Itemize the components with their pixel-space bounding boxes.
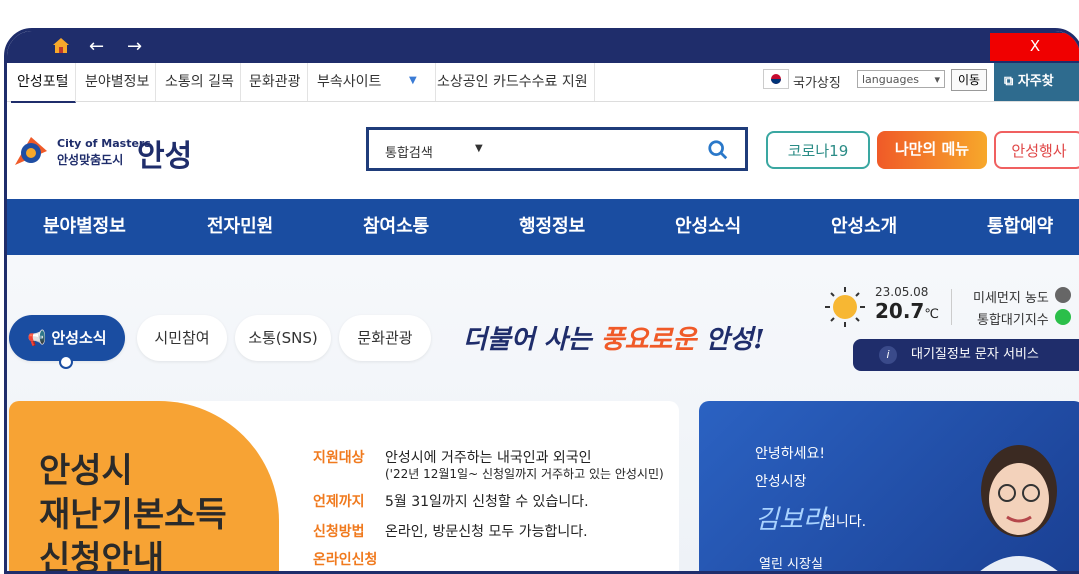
card-row-key: 신청방법	[313, 524, 365, 540]
chevron-down-icon[interactable]: ▼	[475, 143, 483, 154]
card-row-key: 온라인신청	[313, 552, 378, 568]
title-bar: ← → X	[7, 31, 1079, 63]
card-row-value: 안성시에 거주하는 내국인과 외국인	[385, 450, 592, 466]
air-quality-sms-button[interactable]: i 대기질정보 문자 서비스	[853, 339, 1079, 371]
divider	[951, 289, 952, 325]
topnav-item-culture[interactable]: 문화관광	[243, 63, 308, 101]
mayor-portrait-icon	[980, 445, 1058, 571]
faq-icon: ⧉	[1004, 74, 1018, 89]
browser-window: ← → X 안성포털 분야별정보 소통의 길목 문화관광 부속사이트 ▼ 소상공…	[4, 28, 1079, 574]
search-icon[interactable]	[707, 139, 729, 161]
air-index-status-icon	[1055, 309, 1071, 325]
corona19-button[interactable]: 코로나19	[766, 131, 870, 169]
mainnav-item-admin[interactable]: 행정정보	[519, 199, 585, 255]
topnav-item-portal[interactable]: 안성포털	[11, 63, 76, 103]
mayor-greeting: 안녕하세요!	[755, 446, 826, 462]
megaphone-icon: 📢	[27, 329, 47, 347]
card-title: 안성시 재난기본소득 신청안내	[39, 451, 227, 574]
logo-subtitle-ko: 안성맞춤도시	[57, 153, 124, 167]
sunny-weather-icon	[825, 287, 865, 327]
card-row-key: 지원대상	[313, 450, 365, 466]
korea-flag-icon	[763, 69, 789, 89]
event-button[interactable]: 안성행사	[994, 131, 1079, 169]
mainnav-item-reservation[interactable]: 통합예약	[987, 199, 1053, 255]
mayor-name-suffix: 입니다.	[823, 514, 867, 530]
card-row-value: 온라인, 방문신청 모두 가능합니다.	[385, 524, 588, 540]
air-index-label: 통합대기지수	[977, 313, 1049, 328]
info-icon: i	[879, 346, 897, 364]
disaster-income-card[interactable]: 안성시 재난기본소득 신청안내 지원대상 안성시에 거주하는 내국인과 외국인 …	[9, 401, 679, 574]
topnav-item-subsites[interactable]: 부속사이트	[311, 63, 436, 101]
logo-title[interactable]: 안성	[137, 131, 192, 175]
mayor-title: 안성시장	[755, 474, 807, 490]
card-row-key: 언제까지	[313, 494, 365, 510]
faq-button[interactable]: ⧉ 자주찾	[994, 63, 1079, 101]
search-box[interactable]: 통합검색 ▼	[366, 127, 748, 171]
mainnav-item-intro[interactable]: 안성소개	[831, 199, 897, 255]
mainnav-item-news[interactable]: 안성소식	[675, 199, 741, 255]
top-nav: 안성포털 분야별정보 소통의 길목 문화관광 부속사이트 ▼ 소상공인 카드수수…	[7, 63, 1079, 103]
main-content: 📢 안성소식 시민참여 소통(SNS) 문화관광 더불어 사는 풍요로운 안성!…	[7, 255, 1079, 574]
tab-sns[interactable]: 소통(SNS)	[235, 315, 331, 361]
header: City of Masters 안성맞춤도시 안성 통합검색 ▼ 코로나19 나…	[7, 101, 1079, 201]
search-category-select[interactable]: 통합검색	[385, 142, 433, 161]
mayor-greeting-card[interactable]: 안녕하세요! 안성시장 김보라 입니다. 열린 시장실	[699, 401, 1079, 571]
city-slogan: 더불어 사는 풍요로운 안성!	[463, 325, 765, 355]
tab-participation[interactable]: 시민참여	[137, 315, 227, 361]
go-button[interactable]: 이동	[951, 69, 987, 91]
card-row-subvalue: ('22년 12월1일~ 신청일까지 거주하고 있는 안성시민)	[385, 467, 664, 481]
language-select[interactable]: languages ▾	[857, 70, 945, 88]
weather-date: 23.05.08	[875, 285, 929, 299]
open-mayor-office-link[interactable]: 열린 시장실	[759, 553, 823, 571]
tab-culture[interactable]: 문화관광	[339, 315, 431, 361]
back-button[interactable]: ←	[89, 35, 104, 59]
home-icon[interactable]	[51, 35, 71, 62]
topnav-item-field[interactable]: 분야별정보	[79, 63, 157, 101]
card-row-value: 5월 31일까지 신청할 수 있습니다.	[385, 494, 589, 510]
forward-button[interactable]: →	[127, 35, 142, 59]
close-button[interactable]: X	[990, 33, 1079, 61]
subsites-dropdown-icon[interactable]: ▼	[409, 75, 417, 86]
mainnav-item-participation[interactable]: 참여소통	[363, 199, 429, 255]
my-menu-button[interactable]: 나만의 메뉴	[877, 131, 987, 169]
fine-dust-label: 미세먼지 농도	[973, 291, 1049, 306]
mainnav-item-eservice[interactable]: 전자민원	[207, 199, 273, 255]
weather-temperature: 20.7℃	[875, 299, 939, 323]
main-nav: 분야별정보 전자민원 참여소통 행정정보 안성소식 안성소개 통합예약	[7, 199, 1079, 255]
topnav-item-cardfee[interactable]: 소상공인 카드수수료 지원	[431, 63, 595, 101]
national-symbol-link[interactable]: 국가상징	[793, 72, 841, 91]
mayor-name: 김보라	[755, 505, 827, 535]
mainnav-item-field[interactable]: 분야별정보	[43, 199, 126, 255]
active-tab-indicator	[59, 355, 73, 369]
fine-dust-status-icon	[1055, 287, 1071, 303]
topnav-item-communication[interactable]: 소통의 길목	[159, 63, 241, 101]
anseong-logo-icon[interactable]	[11, 131, 51, 171]
